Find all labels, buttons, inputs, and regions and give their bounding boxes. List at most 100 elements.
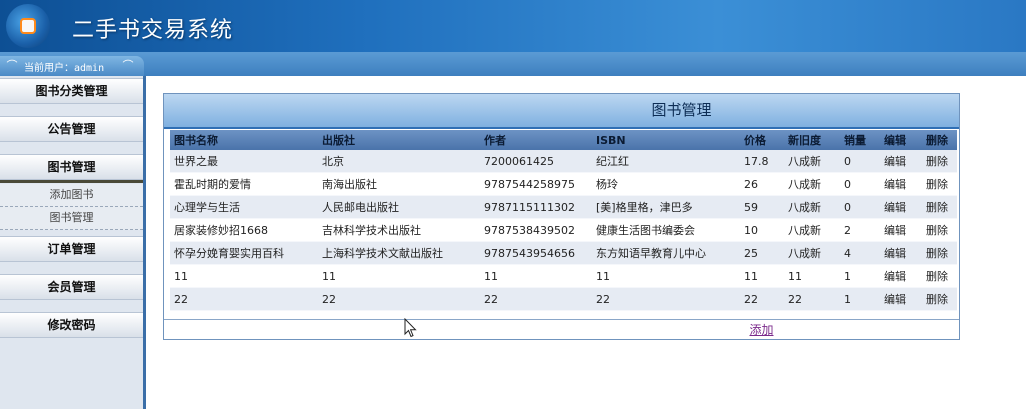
add-book-link[interactable]: 添加 — [749, 323, 773, 337]
cell-condition: 22 — [784, 287, 840, 311]
cell-isbn: 健康生活图书编委会 — [592, 218, 740, 242]
sidebar-item-password[interactable]: 修改密码 — [0, 312, 143, 338]
sidebar-item-books[interactable]: 图书管理 — [0, 154, 143, 180]
cell-name: 心理学与生活 — [170, 195, 318, 219]
cell-price: 26 — [740, 172, 784, 196]
table-header-row: 图书名称 出版社 作者 ISBN 价格 新旧度 销量 编辑 删除 — [170, 130, 957, 150]
delete-link[interactable]: 删除 — [922, 218, 957, 242]
edit-link[interactable]: 编辑 — [880, 287, 922, 311]
cell-author: 7200061425 — [480, 150, 592, 173]
table-row: 怀孕分娩育婴实用百科 上海科学技术文献出版社 9787543954656 东方知… — [170, 241, 957, 265]
cell-publisher: 上海科学技术文献出版社 — [318, 241, 480, 265]
delete-link[interactable]: 删除 — [922, 264, 957, 288]
cell-sales: 1 — [840, 287, 880, 311]
cell-isbn: [美]格里格，津巴多 — [592, 195, 740, 219]
sidebar-item-category[interactable]: 图书分类管理 — [0, 78, 143, 104]
cell-name: 11 — [170, 264, 318, 288]
cell-sales: 0 — [840, 195, 880, 219]
cell-name: 22 — [170, 287, 318, 311]
cell-sales: 2 — [840, 218, 880, 242]
cell-sales: 4 — [840, 241, 880, 265]
col-price: 价格 — [740, 130, 784, 150]
cell-sales: 0 — [840, 150, 880, 173]
cell-publisher: 南海出版社 — [318, 172, 480, 196]
delete-link[interactable]: 删除 — [922, 195, 957, 219]
cell-publisher: 11 — [318, 264, 480, 288]
cell-publisher: 北京 — [318, 150, 480, 173]
panel-title: 图书管理 — [164, 94, 959, 129]
col-name: 图书名称 — [170, 130, 318, 150]
app-header: 二手书交易系统 — [0, 0, 1026, 52]
cell-price: 11 — [740, 264, 784, 288]
mouse-cursor-icon — [404, 318, 417, 338]
edit-link[interactable]: 编辑 — [880, 195, 922, 219]
table-row: 22 22 22 22 22 22 1 编辑 删除 — [170, 287, 957, 311]
cell-sales: 0 — [840, 172, 880, 196]
cell-author: 9787544258975 — [480, 172, 592, 196]
cell-isbn: 纪江红 — [592, 150, 740, 173]
cell-condition: 八成新 — [784, 195, 840, 219]
table-row: 霍乱时期的爱情 南海出版社 9787544258975 杨玲 26 八成新 0 … — [170, 172, 957, 196]
delete-link[interactable]: 删除 — [922, 241, 957, 265]
col-condition: 新旧度 — [784, 130, 840, 150]
cell-price: 59 — [740, 195, 784, 219]
sidebar-subitem-add-book[interactable]: 添加图书 — [0, 184, 143, 207]
delete-link[interactable]: 删除 — [922, 287, 957, 311]
cell-author: 9787115111302 — [480, 195, 592, 219]
cell-price: 25 — [740, 241, 784, 265]
delete-link[interactable]: 删除 — [922, 172, 957, 196]
cell-price: 22 — [740, 287, 784, 311]
col-sales: 销量 — [840, 130, 880, 150]
cell-price: 10 — [740, 218, 784, 242]
col-publisher: 出版社 — [318, 130, 480, 150]
cell-condition: 八成新 — [784, 150, 840, 173]
submenu-divider — [0, 180, 143, 183]
delete-link[interactable]: 删除 — [922, 150, 957, 173]
edit-link[interactable]: 编辑 — [880, 241, 922, 265]
cell-author: 22 — [480, 287, 592, 311]
edit-link[interactable]: 编辑 — [880, 150, 922, 173]
sidebar-item-notice[interactable]: 公告管理 — [0, 116, 143, 142]
book-table: 图书名称 出版社 作者 ISBN 价格 新旧度 销量 编辑 删除 世界之最 北京… — [170, 130, 957, 311]
sidebar-item-orders[interactable]: 订单管理 — [0, 236, 143, 262]
cell-name: 居家装修妙招1668 — [170, 218, 318, 242]
cell-condition: 八成新 — [784, 172, 840, 196]
table-row: 11 11 11 11 11 11 1 编辑 删除 — [170, 264, 957, 288]
table-row: 世界之最 北京 7200061425 纪江红 17.8 八成新 0 编辑 删除 — [170, 150, 957, 173]
col-isbn: ISBN — [592, 130, 740, 150]
cell-publisher: 人民邮电出版社 — [318, 195, 480, 219]
edit-link[interactable]: 编辑 — [880, 172, 922, 196]
cell-condition: 11 — [784, 264, 840, 288]
cell-author: 9787538439502 — [480, 218, 592, 242]
cell-condition: 八成新 — [784, 218, 840, 242]
col-delete: 删除 — [922, 130, 957, 150]
cell-name: 怀孕分娩育婴实用百科 — [170, 241, 318, 265]
sidebar-subitem-book-manage[interactable]: 图书管理 — [0, 207, 143, 230]
cell-isbn: 杨玲 — [592, 172, 740, 196]
user-bar — [0, 52, 1026, 76]
current-user-label: 当前用户：admin — [24, 63, 105, 74]
table-row: 居家装修妙招1668 吉林科学技术出版社 9787538439502 健康生活图… — [170, 218, 957, 242]
cell-sales: 1 — [840, 264, 880, 288]
sidebar-item-members[interactable]: 会员管理 — [0, 274, 143, 300]
cell-isbn: 11 — [592, 264, 740, 288]
cell-name: 霍乱时期的爱情 — [170, 172, 318, 196]
add-row: 添加 — [164, 319, 959, 340]
current-user-box: ⌒ 当前用户：admin ⌒ — [0, 56, 144, 76]
sidebar: 图书分类管理 公告管理 图书管理 添加图书 图书管理 订单管理 会员管理 修改密… — [0, 76, 146, 409]
table-row: 心理学与生活 人民邮电出版社 9787115111302 [美]格里格，津巴多 … — [170, 195, 957, 219]
app-title: 二手书交易系统 — [72, 18, 234, 43]
user-left-icon: ⌒ — [6, 59, 18, 72]
cell-author: 11 — [480, 264, 592, 288]
cell-publisher: 22 — [318, 287, 480, 311]
cell-name: 世界之最 — [170, 150, 318, 173]
logo-icon — [6, 4, 50, 48]
edit-link[interactable]: 编辑 — [880, 218, 922, 242]
cell-condition: 八成新 — [784, 241, 840, 265]
cell-author: 9787543954656 — [480, 241, 592, 265]
edit-link[interactable]: 编辑 — [880, 264, 922, 288]
cell-publisher: 吉林科学技术出版社 — [318, 218, 480, 242]
cell-price: 17.8 — [740, 150, 784, 173]
col-edit: 编辑 — [880, 130, 922, 150]
cell-isbn: 22 — [592, 287, 740, 311]
